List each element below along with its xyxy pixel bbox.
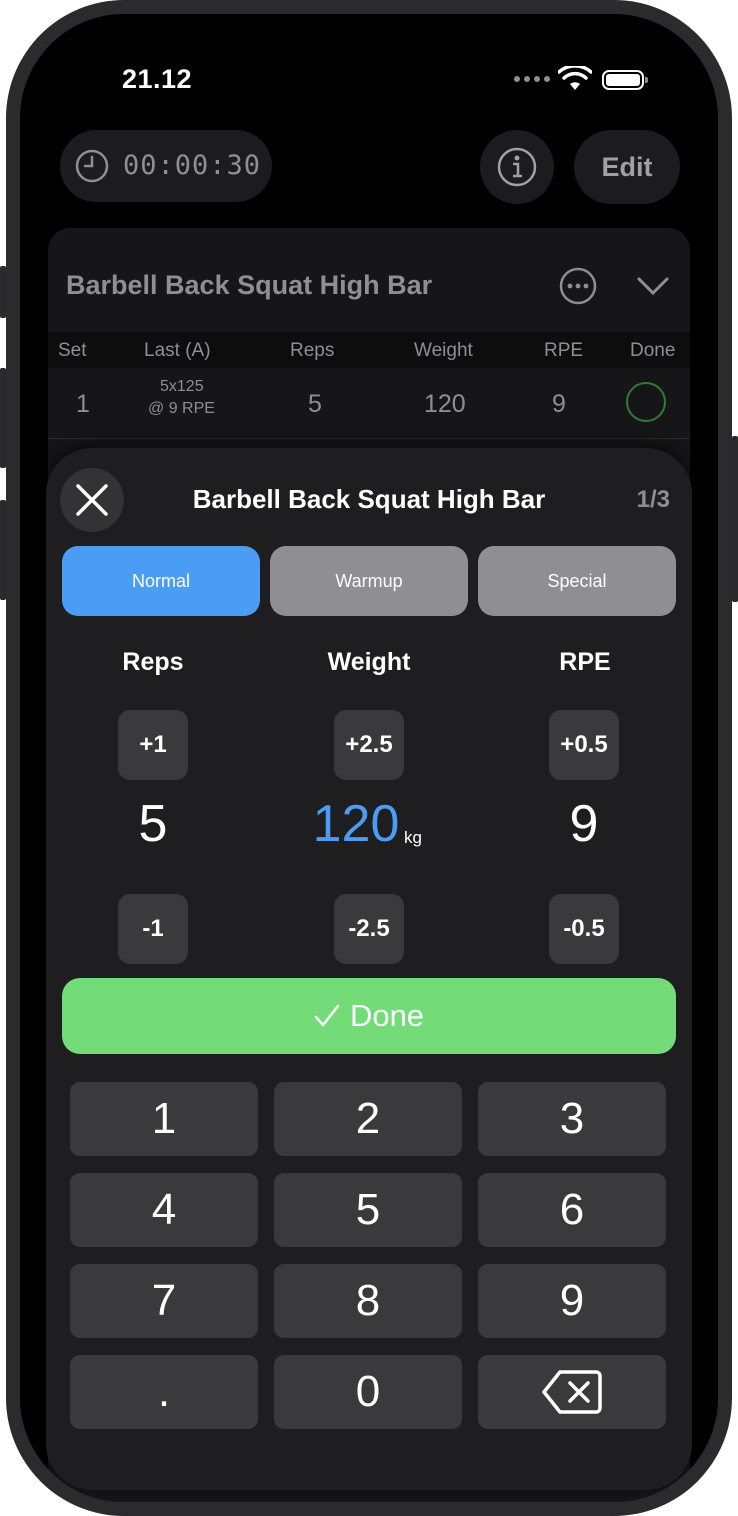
header-rpe: RPE [544, 340, 584, 361]
table-header: Set Last (A) Reps Weight RPE Done [48, 332, 690, 368]
wifi-icon [558, 66, 592, 90]
header-last: Last (A) [144, 340, 211, 361]
tab-warmup[interactable]: Warmup [270, 546, 468, 616]
key-backspace[interactable] [478, 1355, 666, 1429]
row-set: 1 [76, 390, 90, 418]
battery-icon [602, 70, 648, 90]
key-8[interactable]: 8 [274, 1264, 462, 1338]
weight-increment-button[interactable]: +2.5 [334, 710, 404, 780]
exercise-title: Barbell Back Squat High Bar [66, 270, 433, 300]
timer-value: 00:00:30 [123, 150, 262, 181]
key-9[interactable]: 9 [478, 1264, 666, 1338]
rpe-decrement-button[interactable]: -0.5 [549, 894, 619, 964]
set-type-tabs: Normal Warmup Special [62, 546, 676, 616]
rpe-increment-button[interactable]: +0.5 [549, 710, 619, 780]
header-weight: Weight [414, 340, 473, 361]
row-last-line1: 5x125 [160, 378, 204, 395]
row-done-checkbox[interactable] [626, 382, 666, 422]
weight-decrement-button[interactable]: -2.5 [334, 894, 404, 964]
key-4[interactable]: 4 [70, 1173, 258, 1247]
set-editor-sheet: Barbell Back Squat High Bar 1/3 Normal W… [46, 448, 692, 1490]
key-decimal[interactable]: . [70, 1355, 258, 1429]
reps-label: Reps [122, 648, 184, 676]
edit-button[interactable]: Edit [574, 130, 680, 204]
rest-timer[interactable]: 00:00:30 [60, 130, 272, 202]
weight-label: Weight [327, 648, 411, 676]
key-1[interactable]: 1 [70, 1082, 258, 1156]
info-icon [497, 147, 537, 187]
key-6[interactable]: 6 [478, 1173, 666, 1247]
weight-unit: kg [404, 828, 422, 847]
signal-icon [514, 76, 550, 82]
checkmark-icon [314, 1004, 340, 1027]
rpe-label: RPE [559, 648, 611, 676]
key-0[interactable]: 0 [274, 1355, 462, 1429]
header-set: Set [58, 340, 87, 361]
tab-normal[interactable]: Normal [62, 546, 260, 616]
key-2[interactable]: 2 [274, 1082, 462, 1156]
header-reps: Reps [290, 340, 335, 361]
header-done: Done [630, 340, 676, 361]
done-label: Done [349, 998, 425, 1033]
key-3[interactable]: 3 [478, 1082, 666, 1156]
tab-special[interactable]: Special [478, 546, 676, 616]
rpe-value[interactable]: 9 [504, 794, 664, 854]
clock-icon [75, 149, 109, 183]
power-button [732, 436, 738, 602]
done-button[interactable]: Done [62, 978, 676, 1054]
row-rpe: 9 [552, 390, 566, 418]
row-reps: 5 [308, 390, 322, 418]
key-5[interactable]: 5 [274, 1173, 462, 1247]
reps-decrement-button[interactable]: -1 [118, 894, 188, 964]
backspace-icon [542, 1370, 602, 1414]
key-7[interactable]: 7 [70, 1264, 258, 1338]
chevron-down-icon[interactable] [636, 276, 670, 296]
screen: 21.12 00:00:30 Edit Barbell Back Squat H… [20, 14, 718, 1502]
status-time: 21.12 [122, 64, 193, 94]
more-icon[interactable] [558, 266, 598, 306]
row-last-line2: @ 9 RPE [148, 400, 215, 417]
table-row[interactable]: 1 5x125 @ 9 RPE 5 120 9 [48, 368, 690, 439]
sheet-title: Barbell Back Squat High Bar [192, 484, 546, 514]
info-button[interactable] [480, 130, 554, 204]
reps-increment-button[interactable]: +1 [118, 710, 188, 780]
device-frame: 21.12 00:00:30 Edit Barbell Back Squat H… [0, 0, 738, 1516]
reps-value[interactable]: 5 [73, 794, 233, 854]
row-weight: 120 [424, 390, 466, 418]
set-counter: 1/3 [636, 486, 670, 513]
